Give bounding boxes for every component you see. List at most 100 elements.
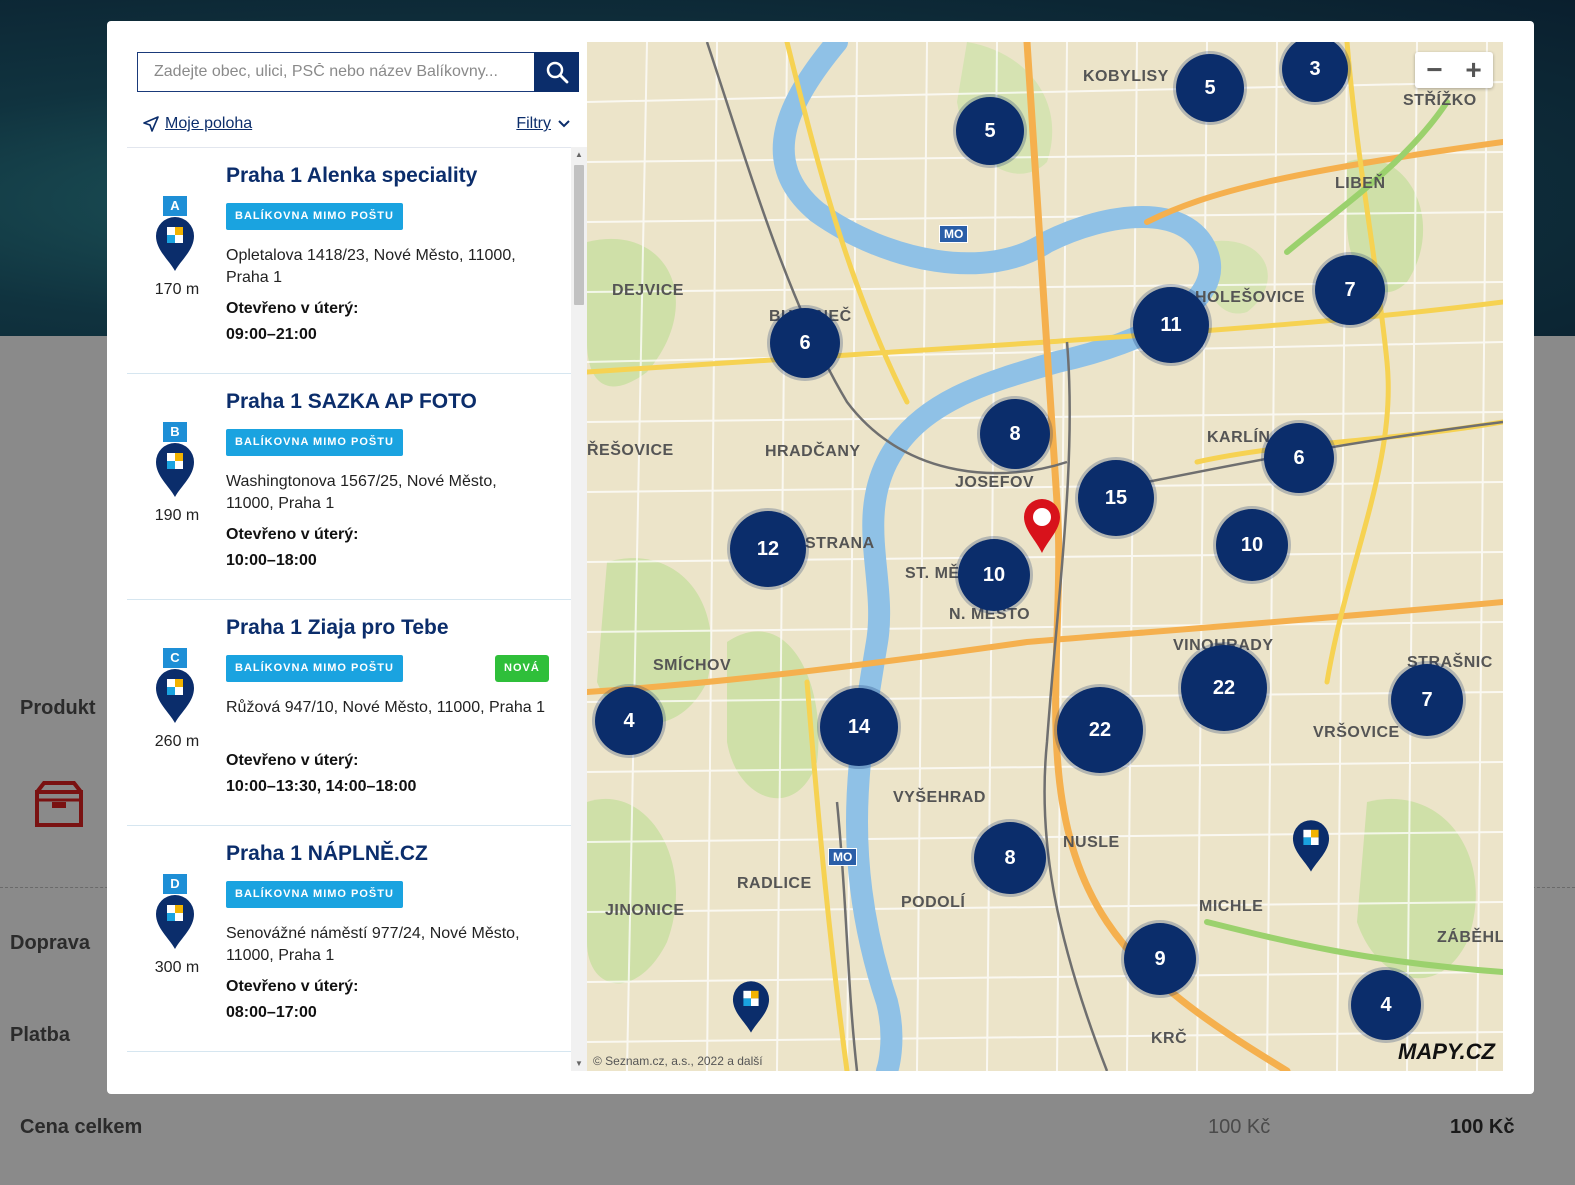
map-cluster[interactable]: 8 [974,822,1046,894]
zoom-out-button[interactable]: − [1415,52,1454,88]
map-cluster[interactable]: 11 [1133,287,1209,363]
pin-letter: A [163,196,187,216]
location-pin: C [155,648,195,728]
metro-tag: MO [828,848,858,866]
district-label: RADLICE [737,875,812,892]
type-badge: BALÍKOVNA MIMO POŠTU [226,655,403,682]
current-location-marker-icon[interactable] [1023,498,1061,554]
location-list[interactable]: A 170 m Praha 1 Alenka speciality BALÍKO… [127,147,571,1071]
district-label: STRANA [805,535,875,552]
balikovna-pin-icon [156,669,194,723]
district-label: SMÍCHOV [653,657,732,674]
shipping-label: Doprava [10,932,91,954]
scroll-down-icon[interactable]: ▼ [575,1059,583,1068]
map-cluster[interactable]: 10 [1216,509,1288,581]
metro-tag: MO [939,225,969,243]
distance: 170 m [154,281,200,298]
scroll-thumb[interactable] [574,165,584,305]
balikovna-map-pin-icon[interactable] [1292,817,1330,873]
type-badge: BALÍKOVNA MIMO POŠTU [226,429,403,456]
location-card[interactable]: A 170 m Praha 1 Alenka speciality BALÍKO… [127,148,571,374]
map-cluster[interactable]: 12 [730,511,806,587]
balikovna-pin-icon [156,895,194,949]
filters-toggle[interactable]: Filtry [516,115,571,133]
unit-price: 100 Kč [1208,1116,1271,1138]
location-address: Růžová 947/10, Nové Město, 11000, Praha … [226,699,546,716]
balikovna-map-pin-icon[interactable] [732,978,770,1034]
balikovna-pin-icon [156,217,194,271]
filters-label: Filtry [516,115,551,132]
opening-hours: 08:00–17:00 [226,1004,317,1021]
district-label: ST. MĚ [905,565,960,582]
district-label: JINONICE [605,902,685,919]
pickup-point-modal: Moje poloha Filtry A 170 m Praha [107,21,1534,1094]
map-cluster[interactable]: 6 [770,308,840,378]
navigation-arrow-icon [143,116,159,132]
district-label: KARLÍN [1207,429,1271,446]
total-price: 100 Kč [1450,1116,1515,1138]
map-cluster[interactable]: 9 [1124,923,1196,995]
location-address: Opletalova 1418/23, Nové Město, 11000, P… [226,247,516,286]
balikovna-pin-icon [156,443,194,497]
list-scrollbar[interactable]: ▲ ▼ [571,147,587,1071]
map-cluster[interactable]: 8 [980,399,1050,469]
map-cluster[interactable]: 22 [1057,687,1143,773]
map-cluster[interactable]: 15 [1078,460,1154,536]
location-title[interactable]: Praha 1 NÁPLNĚ.CZ [226,842,428,866]
mapy-cz-logo[interactable]: MAPY.CZ [1398,1039,1495,1065]
location-card[interactable]: B 190 m Praha 1 SAZKA AP FOTO BALÍKOVNA … [127,374,571,600]
type-badge: BALÍKOVNA MIMO POŠTU [226,203,403,230]
map-cluster[interactable]: 14 [820,688,898,766]
opening-hours-label: Otevřeno v úterý: [226,526,359,543]
opening-hours: 10:00–18:00 [226,552,317,569]
district-label: VYŠEHRAD [893,789,986,806]
distance: 300 m [154,959,200,976]
distance: 260 m [154,733,200,750]
my-location-link[interactable]: Moje poloha [143,115,252,133]
map-cluster[interactable]: 7 [1315,255,1385,325]
location-address: Washingtonova 1567/25, Nové Město, 11000… [226,473,497,512]
district-label: DEJVICE [612,282,684,299]
location-title[interactable]: Praha 1 SAZKA AP FOTO [226,390,477,414]
district-label: JOSEFOV [955,474,1035,491]
map-cluster[interactable]: 22 [1181,645,1267,731]
district-label: ZÁBĚHLI [1437,929,1503,946]
box-icon [35,781,83,827]
district-label: KOBYLISY [1083,68,1169,85]
map-cluster[interactable]: 4 [1351,970,1421,1040]
map-cluster[interactable]: 7 [1391,664,1463,736]
location-card[interactable]: C 260 m Praha 1 Ziaja pro Tebe BALÍKOVNA… [127,600,571,826]
location-address: Senovážné náměstí 977/24, Nové Město, 11… [226,925,520,964]
pin-letter: B [163,422,187,442]
scroll-up-icon[interactable]: ▲ [575,150,583,159]
district-label: ŘEŠOVICE [587,442,674,459]
total-price-label: Cena celkem [20,1116,143,1138]
my-location-label: Moje poloha [165,115,253,132]
location-pin: A [155,196,195,276]
location-title[interactable]: Praha 1 Alenka speciality [226,164,477,188]
map-copyright[interactable]: © Seznam.cz, a.s., 2022 a další [593,1054,763,1068]
location-title[interactable]: Praha 1 Ziaja pro Tebe [226,616,449,640]
new-badge: NOVÁ [495,655,549,682]
map-cluster[interactable]: 6 [1264,423,1334,493]
pin-letter: C [163,648,187,668]
chevron-down-icon [558,120,570,128]
map-cluster[interactable]: 5 [956,97,1024,165]
opening-hours-label: Otevřeno v úterý: [226,978,359,995]
opening-hours: 09:00–21:00 [226,326,317,343]
map-cluster[interactable]: 10 [958,539,1030,611]
zoom-controls: − + [1415,52,1493,88]
search-input[interactable] [137,52,534,92]
search-icon [546,61,568,84]
search-button[interactable] [534,52,579,92]
zoom-in-button[interactable]: + [1454,52,1493,88]
map-cluster[interactable]: 5 [1176,54,1244,122]
location-card[interactable]: D 300 m Praha 1 NÁPLNĚ.CZ BALÍKOVNA MIMO… [127,826,571,1052]
opening-hours: 10:00–13:30, 14:00–18:00 [226,778,417,795]
map-view[interactable]: KOBYLISY STŘÍŽKO LIBEŇ DEJVICE BUBENEČ H… [587,42,1503,1071]
district-label: VRŠOVICE [1313,724,1400,741]
map-cluster[interactable]: 4 [595,687,663,755]
payment-label: Platba [10,1024,71,1046]
search-bar [137,52,579,92]
list-toolbar: Moje poloha Filtry [143,115,571,137]
